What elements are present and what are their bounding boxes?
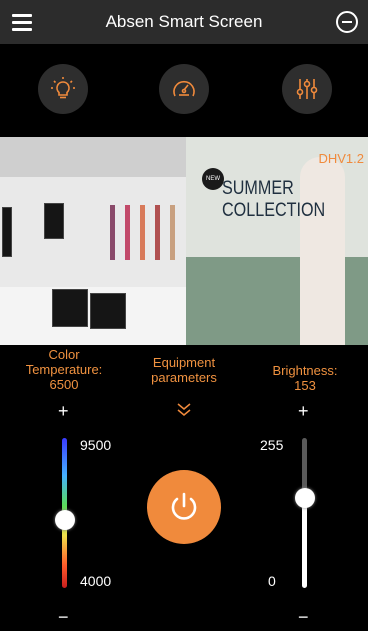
- sliders-icon: [296, 79, 318, 99]
- color-temp-min: 4000: [80, 573, 112, 589]
- brightness-value: 153: [294, 378, 316, 393]
- app-title: Absen Smart Screen: [105, 12, 263, 31]
- color-temp-label-line1: Color: [48, 347, 80, 362]
- minus-circle-icon[interactable]: [336, 11, 358, 33]
- headline-line-2: COLLECTION: [222, 200, 326, 221]
- chevron-down-icon[interactable]: [176, 401, 192, 419]
- speedometer-button[interactable]: [159, 64, 209, 114]
- brightness-slider[interactable]: [302, 438, 307, 588]
- color-temperature-label: Color Temperature: 6500: [18, 347, 110, 392]
- power-button[interactable]: [147, 470, 221, 544]
- color-temp-minus-button[interactable]: −: [58, 607, 69, 628]
- color-temp-max: 9500: [80, 437, 112, 453]
- new-badge: NEW: [202, 168, 224, 190]
- brightness-label-text: Brightness:: [272, 363, 338, 378]
- brightness-max: 255: [260, 437, 284, 453]
- led-cabinet: [90, 293, 126, 329]
- app-header: Absen Smart Screen: [0, 0, 368, 44]
- clothing-rack: [155, 205, 160, 260]
- equipment-label-line2: parameters: [151, 370, 217, 385]
- poster-headline: SUMMER COLLECTION: [222, 178, 325, 222]
- color-temp-label-line2: Temperature:: [25, 362, 103, 377]
- menu-icon[interactable]: [12, 11, 36, 33]
- color-temp-value: 6500: [49, 377, 79, 392]
- lightbulb-button[interactable]: [38, 64, 88, 114]
- brightness-label: Brightness: 153: [262, 363, 348, 393]
- speedometer-icon: [173, 80, 195, 97]
- controls-panel: Color Temperature: 6500 Equipment parame…: [0, 345, 368, 631]
- toolbar: [0, 44, 368, 136]
- power-icon: [171, 492, 197, 520]
- clothing-rack: [125, 205, 130, 260]
- brightness-plus-button[interactable]: +: [298, 401, 309, 422]
- wall-display: [44, 203, 64, 239]
- sliders-button[interactable]: [282, 64, 332, 114]
- lightbulb-icon: [51, 77, 75, 99]
- brightness-minus-button[interactable]: −: [298, 607, 309, 628]
- color-temp-plus-button[interactable]: +: [58, 401, 69, 422]
- clothing-rack: [170, 205, 175, 260]
- brightness-min: 0: [268, 573, 276, 589]
- store-ceiling: [0, 137, 190, 177]
- version-label: DHV1.2: [318, 151, 364, 166]
- equipment-label-line1: Equipment: [152, 355, 216, 370]
- equipment-parameters-label[interactable]: Equipment parameters: [138, 355, 230, 385]
- led-cabinet: [52, 289, 88, 327]
- preview-image: NEW SUMMER COLLECTION DHV1.2: [0, 137, 368, 345]
- clothing-rack: [110, 205, 115, 260]
- clothing-rack: [140, 205, 145, 260]
- brightness-slider-handle[interactable]: [295, 488, 315, 508]
- wall-display: [2, 207, 12, 257]
- color-temperature-slider-handle[interactable]: [55, 509, 75, 530]
- headline-line-1: SUMMER: [222, 178, 294, 199]
